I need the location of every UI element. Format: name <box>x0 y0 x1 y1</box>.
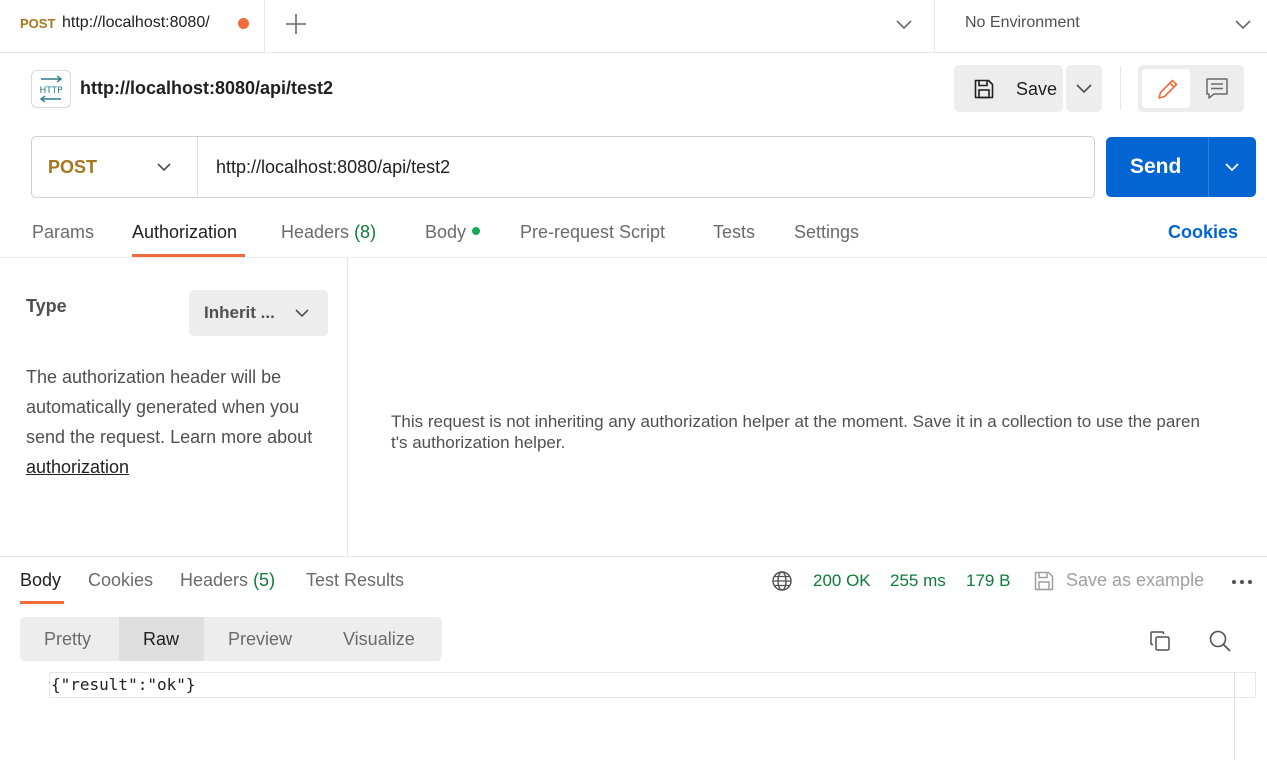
comment-icon[interactable] <box>1194 69 1240 108</box>
plus-icon[interactable] <box>282 10 310 38</box>
tab-body[interactable]: Body <box>425 222 481 243</box>
response-body-text: {"result":"ok"} <box>51 675 196 694</box>
tab-bar: POST http://localhost:8080/ No Environme… <box>0 0 1267 53</box>
tab-tests[interactable]: Tests <box>713 222 755 243</box>
response-divider <box>0 556 1267 557</box>
headers-count: (8) <box>354 222 377 242</box>
save-label: Save <box>1016 79 1058 99</box>
auth-type-select[interactable]: Inherit ... <box>189 290 328 336</box>
response-size[interactable]: 179 B <box>966 571 1010 591</box>
copy-icon[interactable] <box>1148 629 1172 653</box>
auth-description: The authorization header will be automat… <box>26 362 331 482</box>
response-format-tabs: Pretty Raw Preview Visualize <box>20 617 442 661</box>
tab-headers-label: Headers <box>281 222 350 242</box>
format-raw[interactable]: Raw <box>143 629 179 650</box>
format-preview[interactable]: Preview <box>228 629 292 650</box>
more-options-icon[interactable] <box>1230 570 1254 594</box>
auth-description-text: The authorization header will be automat… <box>26 367 313 447</box>
tab-url-label: http://localhost:8080/ <box>62 14 210 31</box>
tab-method-label: POST <box>20 16 56 31</box>
http-request-icon: HTTP <box>31 70 71 108</box>
auth-type-label: Type <box>26 296 67 316</box>
cookies-link[interactable]: Cookies <box>1168 222 1238 243</box>
url-bar: POST http://localhost:8080/api/test2 <box>31 136 1095 198</box>
pencil-icon[interactable] <box>1142 69 1190 108</box>
send-label: Send <box>1130 155 1182 178</box>
http-method-label: POST <box>48 157 98 177</box>
tab-authorization[interactable]: Authorization <box>132 222 237 243</box>
tab-headers[interactable]: Headers (8) <box>281 222 376 243</box>
auth-type-panel: Type Inherit ... The authorization heade… <box>8 258 348 556</box>
response-headers-count: (5) <box>253 570 276 590</box>
tab-pre-request-script[interactable]: Pre-request Script <box>520 222 665 243</box>
search-icon[interactable] <box>1207 628 1233 654</box>
http-method-select[interactable]: POST <box>32 137 198 197</box>
active-tab-indicator <box>20 601 64 604</box>
http-icon-text: HTTP <box>39 86 63 96</box>
response-tab-test-results[interactable]: Test Results <box>306 570 404 591</box>
toolbar-divider <box>1120 66 1121 110</box>
tab-settings[interactable]: Settings <box>794 222 859 243</box>
save-options-button[interactable] <box>1066 65 1102 112</box>
floppy-disk-icon <box>972 77 996 101</box>
auth-info-message: This request is not inheriting any autho… <box>391 412 1200 452</box>
response-status[interactable]: 200 OK <box>813 571 871 591</box>
view-mode-toggle <box>1138 65 1244 112</box>
unsaved-changes-dot <box>238 18 249 29</box>
format-pretty[interactable]: Pretty <box>44 629 91 650</box>
chevron-down-icon <box>1231 12 1255 36</box>
authorization-link[interactable]: authorization <box>26 457 129 477</box>
environment-select[interactable]: No Environment <box>934 0 1267 52</box>
floppy-disk-icon <box>1032 569 1056 593</box>
save-button[interactable]: Save <box>954 65 1063 112</box>
chevron-down-icon <box>290 301 314 325</box>
send-button-divider <box>1208 137 1209 197</box>
format-visualize[interactable]: Visualize <box>343 629 415 650</box>
response-tab-headers[interactable]: Headers (5) <box>180 570 275 591</box>
globe-icon[interactable] <box>771 570 793 592</box>
response-body-editor[interactable]: {"result":"ok"} <box>49 672 1256 698</box>
response-tab-body[interactable]: Body <box>20 570 61 591</box>
request-tab[interactable]: POST http://localhost:8080/ <box>8 0 265 52</box>
chevron-down-icon[interactable] <box>890 12 918 36</box>
body-indicator-dot <box>472 227 481 236</box>
url-input[interactable]: http://localhost:8080/api/test2 <box>216 157 450 178</box>
request-title[interactable]: http://localhost:8080/api/test2 <box>80 78 333 99</box>
tab-body-label: Body <box>425 222 467 242</box>
editor-scrollbar-track[interactable] <box>1234 672 1235 760</box>
response-tab-cookies[interactable]: Cookies <box>88 570 153 591</box>
tab-params[interactable]: Params <box>32 222 94 243</box>
send-button[interactable]: Send <box>1106 137 1256 197</box>
response-tab-headers-label: Headers <box>180 570 249 590</box>
environment-label: No Environment <box>965 14 1080 31</box>
auth-type-value: Inherit ... <box>204 303 275 322</box>
chevron-down-icon <box>152 155 176 179</box>
response-time[interactable]: 255 ms <box>890 571 946 591</box>
chevron-down-icon[interactable] <box>1220 155 1244 179</box>
save-as-example-button[interactable]: Save as example <box>1066 570 1204 591</box>
